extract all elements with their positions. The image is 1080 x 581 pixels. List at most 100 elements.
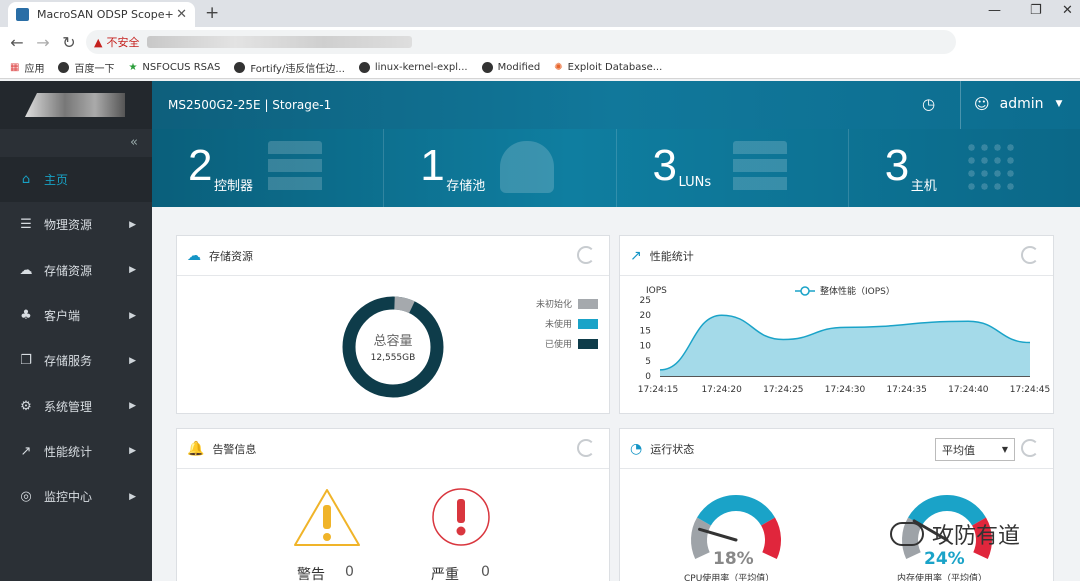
sidebar-item-label: 客户端 <box>44 309 81 324</box>
legend-unused: 未使用 <box>545 317 598 330</box>
browser-tab[interactable]: MacroSAN ODSP Scope+ ✕ <box>8 2 195 27</box>
refresh-icon[interactable] <box>1021 246 1039 264</box>
cloud-icon: ☁ <box>19 262 33 278</box>
mem-percent: 24% <box>924 549 965 569</box>
x-tick-label: 17:24:45 <box>1010 385 1050 395</box>
select-value: 平均值 <box>942 443 975 457</box>
sidebar-item-label: 物理资源 <box>44 218 93 233</box>
storage-panel: ☁ 存储资源 总容量 12,555GB 未初始化 未使用 已使用 <box>176 235 610 414</box>
summary-stats: 2 控制器 1 存储池 3 LUNs 3 主机 <box>152 129 1080 207</box>
close-window-icon[interactable]: ✕ <box>1062 3 1073 18</box>
sidebar-collapse-button[interactable]: « <box>0 129 152 157</box>
warning-triangle-icon[interactable] <box>292 487 362 549</box>
stat-label: 主机 <box>910 179 937 194</box>
forward-icon[interactable]: → <box>30 33 56 52</box>
bookmark-fortify[interactable]: Fortify/违反信任边... <box>234 60 345 75</box>
critical-label: 严重 <box>431 567 459 581</box>
legend-label: 未初始化 <box>535 300 572 310</box>
bookmark-exploit-db[interactable]: ✺ Exploit Database... <box>554 62 662 73</box>
new-tab-button[interactable]: + <box>205 3 219 23</box>
mem-label: 内存使用率（平均值） <box>897 574 988 581</box>
chevron-right-icon: ▶ <box>129 355 136 366</box>
running-status-panel: ◔ 运行状态 平均值 ▼ 18% CPU使用率（平均值） 24% 内存使用率（平均… <box>619 428 1054 581</box>
refresh-icon[interactable] <box>577 439 595 457</box>
chart-icon: ↗ <box>630 247 642 264</box>
legend-label: 未使用 <box>544 320 572 330</box>
panel-header: ☁ 存储资源 <box>177 236 609 276</box>
gear-icon: ⚙ <box>20 398 32 414</box>
user-menu[interactable]: ☺ admin ▼ <box>974 95 1062 113</box>
aggregate-select[interactable]: 平均值 ▼ <box>935 438 1015 461</box>
bookmark-nsfocus[interactable]: ★ NSFOCUS RSAS <box>128 62 220 73</box>
chevron-right-icon: ▶ <box>129 401 136 412</box>
refresh-icon[interactable] <box>1021 439 1039 457</box>
alerts-panel: 🔔 告警信息 警告 0 严重 0 <box>176 428 610 581</box>
reload-icon[interactable]: ↻ <box>56 33 82 52</box>
bookmark-label: 百度一下 <box>74 64 115 75</box>
sidebar-item-label: 主页 <box>44 173 69 188</box>
x-tick-label: 17:24:20 <box>701 385 742 395</box>
refresh-icon[interactable] <box>577 246 595 264</box>
apps-grid-icon: ▦ <box>10 62 20 73</box>
sidebar-item-label: 存储资源 <box>44 263 93 278</box>
browser-tab-bar: MacroSAN ODSP Scope+ ✕ + — ❐ ✕ <box>0 0 1080 27</box>
sidebar-item-home[interactable]: ⌂ 主页 <box>0 157 152 203</box>
panel-title: 存储资源 <box>209 249 253 263</box>
warning-count: 0 <box>345 564 354 580</box>
insecure-label[interactable]: 不安全 <box>106 34 139 50</box>
server-bg-icon <box>268 141 322 193</box>
bell-icon: 🔔 <box>187 440 205 457</box>
minimize-icon[interactable]: — <box>988 3 1001 18</box>
stat-pools[interactable]: 1 存储池 <box>384 129 617 207</box>
sidebar-item-client[interactable]: ♣ 客户端 ▶ <box>0 293 152 338</box>
gauge-icon: ◔ <box>630 440 643 457</box>
y-tick-label: 25 <box>640 296 651 306</box>
perf-panel: ↗ 性能统计 IOPS 整体性能（IOPS） 0 5 10 15 20 25 17:24:15 1… <box>619 235 1054 414</box>
address-input[interactable]: ▲ 不安全 <box>86 30 956 54</box>
chevron-right-icon: ▶ <box>129 265 136 276</box>
capacity-center: 总容量 12,555GB <box>360 330 426 363</box>
legend-swatch <box>578 338 598 349</box>
sidebar-item-storage[interactable]: ☁ 存储资源 ▶ <box>0 248 152 293</box>
sitemap-icon: ♣ <box>20 308 32 324</box>
username: admin <box>999 96 1044 112</box>
bookmark-modified[interactable]: Modified <box>481 62 541 73</box>
bookmark-apps[interactable]: ▦ 应用 <box>10 60 44 75</box>
clock-icon[interactable]: ◷ <box>922 95 935 113</box>
sidebar-item-monitor[interactable]: ◎ 监控中心 ▶ <box>0 474 152 519</box>
bookmark-label: Modified <box>497 62 541 73</box>
user-icon: ☺ <box>974 95 990 113</box>
sidebar-item-label: 存储服务 <box>44 354 93 369</box>
warning-icon: ▲ <box>94 35 103 49</box>
globe-icon <box>481 62 493 73</box>
stat-value: 2 <box>188 141 213 190</box>
tab-close-icon[interactable]: ✕ <box>176 7 187 22</box>
chevron-right-icon: ▶ <box>129 310 136 321</box>
sidebar-item-service[interactable]: ❐ 存储服务 ▶ <box>0 338 152 383</box>
stat-luns[interactable]: 3 LUNs <box>617 129 849 207</box>
sidebar-item-physical[interactable]: ☰ 物理资源 ▶ <box>0 202 152 247</box>
stat-hosts[interactable]: 3 主机 <box>849 129 1080 207</box>
address-bar-row: ← → ↻ ▲ 不安全 ⇄ ☆ ✦ ▣11 ✚ ● ⋮ <box>0 27 1080 77</box>
stat-controllers[interactable]: 2 控制器 <box>152 129 385 207</box>
sidebar-item-label: 监控中心 <box>44 490 93 505</box>
critical-circle-icon[interactable] <box>431 487 491 547</box>
bookmark-label: Fortify/违反信任边... <box>250 64 345 75</box>
sidebar-item-system[interactable]: ⚙ 系统管理 ▶ <box>0 383 152 428</box>
device-name: MS2500G2-25E | Storage-1 <box>168 98 332 112</box>
bookmark-baidu[interactable]: 百度一下 <box>58 60 114 75</box>
back-icon[interactable]: ← <box>4 33 30 52</box>
wechat-icon <box>890 522 924 546</box>
y-axis-label: IOPS <box>646 286 667 296</box>
bookmark-linux-kernel[interactable]: linux-kernel-expl... <box>358 62 468 73</box>
chevron-down-icon: ▼ <box>1001 445 1008 454</box>
restore-icon[interactable]: ❐ <box>1030 3 1042 18</box>
bookmark-label: linux-kernel-expl... <box>374 62 468 73</box>
github-icon <box>234 62 246 73</box>
x-tick-label: 17:24:35 <box>886 385 926 395</box>
y-tick-label: 15 <box>640 326 651 336</box>
exploit-db-icon: ✺ <box>554 62 563 73</box>
gauge-segment-high <box>760 517 781 560</box>
legend-used: 已使用 <box>545 337 598 350</box>
sidebar-item-perf[interactable]: ↗ 性能统计 ▶ <box>0 429 152 474</box>
